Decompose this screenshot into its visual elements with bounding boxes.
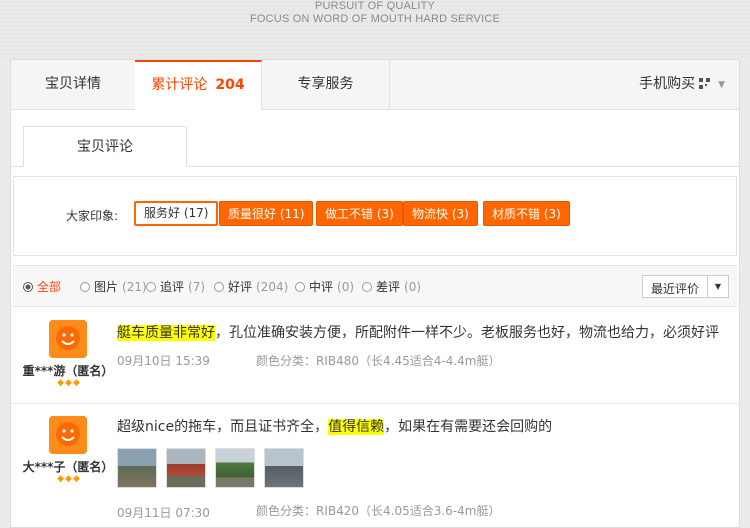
tab-reviews[interactable]: 累计评论 204 <box>135 60 262 110</box>
filter-label: 好评 <box>228 280 253 294</box>
sort-label: 最近评价 <box>651 282 700 296</box>
radio-icon <box>214 282 224 292</box>
review-count: 204 <box>215 77 245 93</box>
review-text-rest: ，孔位准确安装方便，所配附件一样不少。老板服务也好，物流也给力，必须好评 <box>215 325 719 341</box>
review-item: 大***子（匿名） ◆◆◆ 超级nice的拖车，而且证书齐全，值得信赖，如果在有… <box>11 404 739 527</box>
main-tab-bar: 宝贝详情 累计评论 204 专享服务 手机购买 ▼ <box>11 60 739 110</box>
impression-label: 大家印象: <box>66 209 119 223</box>
review-spec: 颜色分类：RIB480（长4.45适合4-4.4m艇） <box>256 354 501 368</box>
filter-all[interactable]: 全部 <box>23 278 61 295</box>
review-spec: 颜色分类：RIB420（长4.05适合3.6-4m艇） <box>256 504 501 518</box>
filter-photos[interactable]: 图片 (21) <box>80 278 147 295</box>
product-panel: 宝贝详情 累计评论 204 专享服务 手机购买 ▼ 宝贝评论 大家印象: 服务好 (… <box>10 59 740 528</box>
impression-tag[interactable]: 质量很好 (11) <box>219 201 314 226</box>
impression-tag[interactable]: 物流快 (3) <box>403 201 478 226</box>
filter-count: (21) <box>122 280 147 294</box>
radio-icon <box>362 282 372 292</box>
review-text-after: ，如果在有需要还会回购的 <box>384 419 553 435</box>
review-text: 超级nice的拖车，而且证书齐全，值得信赖，如果在有需要还会回购的 <box>117 416 552 436</box>
review-photo-thumbnail[interactable] <box>166 448 206 488</box>
radio-icon <box>23 282 33 292</box>
rating-stars: ◆◆◆ <box>57 378 81 388</box>
filter-followup[interactable]: 追评 (7) <box>146 278 205 295</box>
mobile-buy-button[interactable]: 手机购买 ▼ <box>639 60 725 109</box>
sort-select[interactable]: 最近评价 ▼ <box>642 275 729 298</box>
qr-code-icon <box>699 78 711 89</box>
filter-count: (0) <box>404 280 422 294</box>
review-text-before: 超级nice的拖车，而且证书齐全， <box>117 419 329 435</box>
tab-exclusive-services[interactable]: 专享服务 <box>262 60 390 109</box>
filter-label: 中评 <box>309 280 334 294</box>
rating-stars: ◆◆◆ <box>57 474 81 484</box>
impression-box: 大家印象: 服务好 (17) 质量很好 (11) 做工不错 (3) 物流快 (3… <box>13 176 737 256</box>
tab-product-details[interactable]: 宝贝详情 <box>11 60 136 109</box>
avatar-face-icon <box>49 320 87 358</box>
review-highlight: 艇车质量非常好 <box>117 325 215 341</box>
filter-count: (7) <box>188 280 206 294</box>
radio-icon <box>80 282 90 292</box>
radio-icon <box>146 282 156 292</box>
impression-tag[interactable]: 服务好 (17) <box>134 201 219 226</box>
filter-count: (0) <box>337 280 355 294</box>
username: 重***游（匿名） <box>22 364 114 378</box>
banner-line-1: PURSUIT OF QUALITY <box>314 0 436 12</box>
tab-label: 专享服务 <box>297 76 354 92</box>
avatar-face-icon <box>49 416 87 454</box>
review-date: 09月10日 15:39 <box>117 354 210 368</box>
filter-count: (204) <box>256 280 289 294</box>
banner-line-2: FOCUS ON WORD OF MOUTH HARD SERVICE <box>249 13 501 25</box>
user-avatar <box>49 320 87 358</box>
chevron-down-icon: ▼ <box>707 276 728 297</box>
tab-label: 宝贝详情 <box>45 76 101 92</box>
impression-tag[interactable]: 做工不错 (3) <box>316 201 403 226</box>
review-filter-bar: 全部 图片 (21) 追评 (7) 好评 (204) 中评 (0) 差评 (0) 最近评价… <box>13 265 737 307</box>
review-date: 09月11日 07:30 <box>117 506 210 520</box>
review-highlight: 值得信赖 <box>328 419 385 435</box>
filter-neutral[interactable]: 中评 (0) <box>295 278 354 295</box>
review-photos <box>117 448 313 488</box>
filter-label: 全部 <box>37 280 62 294</box>
filter-positive[interactable]: 好评 (204) <box>214 278 288 295</box>
impression-tag[interactable]: 材质不错 (3) <box>483 201 570 226</box>
filter-label: 差评 <box>376 280 401 294</box>
review-item: 重***游（匿名） ◆◆◆ 艇车质量非常好，孔位准确安装方便，所配附件一样不少。… <box>11 308 739 404</box>
tab-product-reviews[interactable]: 宝贝评论 <box>23 126 187 167</box>
filter-label: 追评 <box>160 280 185 294</box>
header-banner: PURSUIT OF QUALITY FOCUS ON WORD OF MOUT… <box>0 0 750 58</box>
filter-negative[interactable]: 差评 (0) <box>362 278 421 295</box>
tab-label: 累计评论 <box>151 77 208 93</box>
username: 大***子（匿名） <box>22 460 114 474</box>
chevron-down-icon: ▼ <box>718 80 725 90</box>
filter-label: 图片 <box>94 280 119 294</box>
mobile-buy-label: 手机购买 <box>639 76 696 92</box>
user-avatar <box>49 416 87 454</box>
review-photo-thumbnail[interactable] <box>117 448 157 488</box>
sub-tab-bar: 宝贝评论 <box>11 126 739 167</box>
review-photo-thumbnail[interactable] <box>264 448 304 488</box>
radio-icon <box>295 282 305 292</box>
review-photo-thumbnail[interactable] <box>215 448 255 488</box>
review-text: 艇车质量非常好，孔位准确安装方便，所配附件一样不少。老板服务也好，物流也给力，必… <box>117 322 719 342</box>
